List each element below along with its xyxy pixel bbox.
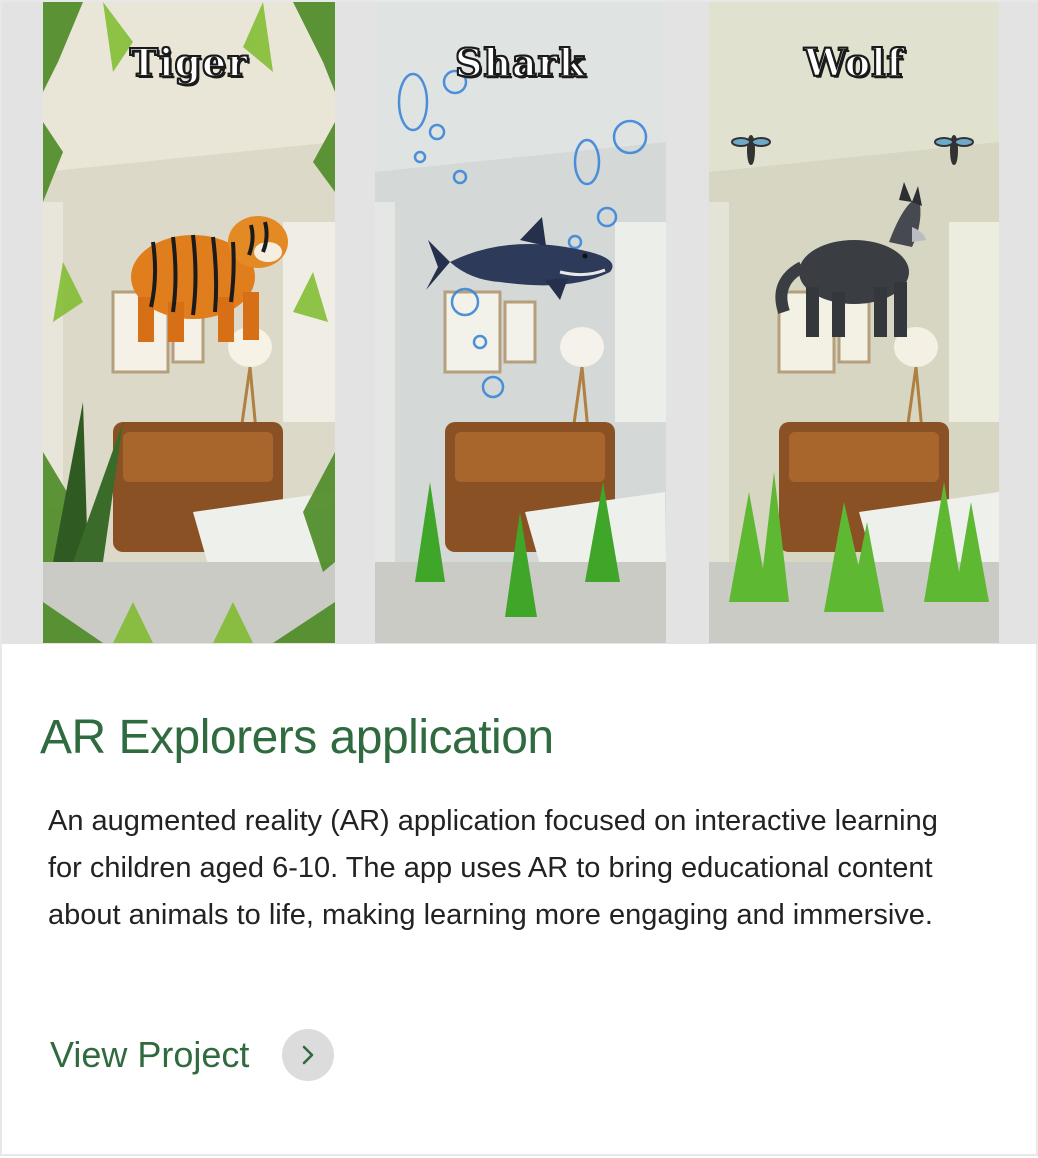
room-scene-wolf	[709, 2, 999, 643]
project-title: AR Explorers application	[40, 711, 554, 764]
screenshot-gallery: Tiger Shark Wolf	[2, 2, 1038, 644]
room-scene-shark	[375, 2, 666, 643]
project-card: Tiger Shark Wolf AR Explorers applicatio…	[0, 0, 1038, 1156]
tiger-screenshot: Tiger	[43, 2, 335, 643]
panel-label-wolf: Wolf	[803, 39, 904, 86]
view-project-arrow-button[interactable]	[282, 1029, 335, 1081]
project-details: AR Explorers application An augmented re…	[2, 644, 1038, 1158]
chevron-right-icon	[303, 1045, 314, 1065]
project-description: An augmented reality (AR) application fo…	[48, 805, 938, 931]
panel-label-shark: Shark	[454, 39, 587, 86]
view-project-label[interactable]: View Project	[50, 1034, 249, 1076]
room-scene-tiger	[43, 2, 335, 643]
view-project-link[interactable]: View Project	[50, 1029, 335, 1081]
wolf-screenshot: Wolf	[709, 2, 999, 643]
panel-label-tiger: Tiger	[129, 39, 249, 86]
shark-screenshot: Shark	[375, 2, 666, 643]
